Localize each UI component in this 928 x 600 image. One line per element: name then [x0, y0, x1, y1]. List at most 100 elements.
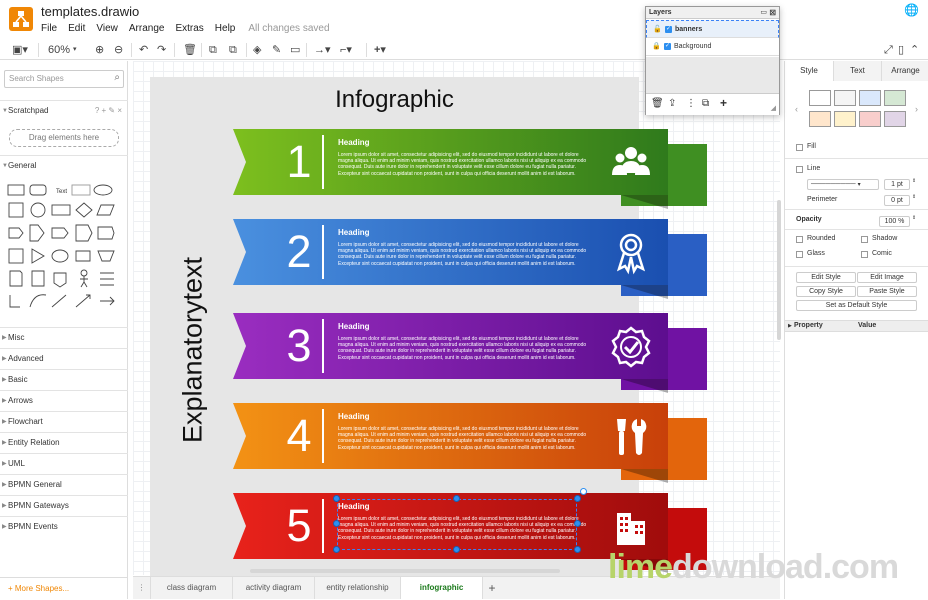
line-checkbox[interactable]: [796, 166, 803, 173]
minimize-icon[interactable]: ▭: [760, 7, 767, 19]
line-width-input[interactable]: 1 pt: [884, 179, 910, 190]
tab-arrange[interactable]: Arrange: [881, 61, 928, 81]
zoom-out-icon[interactable]: ⊖: [114, 42, 123, 58]
style-swatch[interactable]: [884, 90, 906, 106]
scratchpad-drop-zone[interactable]: Drag elements here: [9, 129, 119, 147]
sidebar-item-flowchart[interactable]: ▶ Flowchart: [0, 411, 128, 431]
lock-icon[interactable]: 🔓: [653, 21, 662, 39]
horizontal-scrollbar[interactable]: [250, 569, 560, 573]
waypoints-icon[interactable]: ⌐▾: [340, 42, 352, 58]
resize-handle[interactable]: [574, 520, 581, 527]
tab-text[interactable]: Text: [833, 61, 881, 81]
sidebar-item-basic[interactable]: ▶ Basic: [0, 369, 128, 389]
sidebar-item-bpmn-events[interactable]: ▶ BPMN Events: [0, 516, 128, 536]
layer-row-banners[interactable]: 🔓 ✓ banners: [646, 20, 779, 38]
chevron-left-icon[interactable]: ‹: [795, 104, 798, 114]
sidebar-item-entity-relation[interactable]: ▶ Entity Relation: [0, 432, 128, 452]
shadow-checkbox[interactable]: [861, 236, 868, 243]
infographic-title[interactable]: Infographic: [150, 86, 639, 114]
insert-icon[interactable]: +▾: [374, 42, 386, 58]
sidebar-item-arrows[interactable]: ▶ Arrows: [0, 390, 128, 410]
move-selection-icon[interactable]: ⇪: [668, 98, 676, 109]
style-swatch[interactable]: [834, 111, 856, 127]
sidebar-item-bpmn-gateways[interactable]: ▶ BPMN Gateways: [0, 495, 128, 515]
chevron-right-icon[interactable]: ▶: [788, 321, 792, 331]
tab-infographic[interactable]: infographic: [401, 577, 483, 599]
stepper-icon[interactable]: ⇕: [912, 178, 916, 184]
style-swatch[interactable]: [884, 111, 906, 127]
glass-checkbox[interactable]: [796, 251, 803, 258]
visibility-checkbox[interactable]: ✓: [665, 26, 672, 33]
rounded-checkbox[interactable]: [796, 236, 803, 243]
vertical-scrollbar[interactable]: [777, 200, 781, 340]
zoom-select[interactable]: 60%: [48, 42, 70, 58]
pages-menu-icon[interactable]: ⋮: [133, 577, 151, 599]
document-title[interactable]: templates.drawio: [41, 4, 139, 19]
format-panel-icon[interactable]: ▯: [898, 42, 904, 58]
scratchpad-header[interactable]: ▼ Scratchpad ? + ✎ ×: [0, 100, 128, 120]
general-shapes-palette[interactable]: Text: [6, 183, 120, 319]
copy-style-button[interactable]: Copy Style: [796, 286, 856, 297]
undo-icon[interactable]: ↶: [139, 42, 148, 58]
explanatory-text[interactable]: Explanatorytext: [178, 257, 209, 443]
general-header[interactable]: ▼ General: [0, 155, 128, 175]
tab-class-diagram[interactable]: class diagram: [151, 577, 233, 599]
layers-title-bar[interactable]: Layers ▭ ⊠: [646, 7, 779, 19]
more-shapes-button[interactable]: + More Shapes...: [0, 577, 128, 599]
search-shapes-input[interactable]: Search Shapes ⌕: [4, 70, 124, 88]
line-color-icon[interactable]: ✎: [272, 42, 281, 58]
search-icon[interactable]: ⌕: [114, 72, 120, 83]
zoom-in-icon[interactable]: ⊕: [95, 42, 104, 58]
resize-handle[interactable]: [453, 546, 460, 553]
style-swatch[interactable]: [859, 90, 881, 106]
duplicate-layer-icon[interactable]: ⧉: [702, 98, 709, 109]
fill-color-icon[interactable]: ◈: [253, 42, 261, 58]
collapse-icon[interactable]: ⌃: [910, 42, 919, 58]
delete-icon[interactable]: 🗑: [183, 42, 197, 58]
set-default-style-button[interactable]: Set as Default Style: [796, 300, 917, 311]
menu-edit[interactable]: Edit: [68, 23, 85, 34]
fullscreen-icon[interactable]: ⤢: [884, 42, 893, 58]
chevron-right-icon[interactable]: ›: [915, 104, 918, 114]
close-icon[interactable]: ⊠: [769, 7, 776, 19]
style-swatch[interactable]: [809, 90, 831, 106]
perimeter-input[interactable]: 0 pt: [884, 195, 910, 206]
line-style-select[interactable]: ───────── ▾: [807, 179, 879, 190]
resize-handle[interactable]: [333, 495, 340, 502]
resize-handle[interactable]: [453, 495, 460, 502]
layer-row-background[interactable]: 🔒 ✓ Background: [646, 38, 779, 56]
sidebar-item-bpmn-general[interactable]: ▶ BPMN General: [0, 474, 128, 494]
menu-arrange[interactable]: Arrange: [129, 23, 165, 34]
stepper-icon[interactable]: ⇕: [912, 215, 916, 221]
selection-box[interactable]: [337, 499, 577, 550]
add-page-icon[interactable]: +: [483, 577, 501, 599]
delete-layer-icon[interactable]: 🗑: [651, 98, 664, 109]
resize-handle[interactable]: [574, 546, 581, 553]
resize-grip-icon[interactable]: ◢: [771, 104, 776, 112]
tab-activity-diagram[interactable]: activity diagram: [233, 577, 315, 599]
shadow-icon[interactable]: ▭: [290, 42, 300, 58]
style-swatch[interactable]: [809, 111, 831, 127]
opacity-input[interactable]: 100 %: [879, 216, 910, 227]
menu-help[interactable]: Help: [215, 23, 236, 34]
tab-entity-relationship[interactable]: entity relationship: [315, 577, 401, 599]
paste-style-button[interactable]: Paste Style: [857, 286, 917, 297]
redo-icon[interactable]: ↷: [157, 42, 166, 58]
more-icon[interactable]: ⋮: [686, 98, 696, 109]
sidebar-item-uml[interactable]: ▶ UML: [0, 453, 128, 473]
resize-handle[interactable]: [574, 495, 581, 502]
lock-icon[interactable]: 🔒: [652, 38, 661, 56]
to-back-icon[interactable]: ⧉: [229, 42, 237, 58]
edit-image-button[interactable]: Edit Image: [857, 272, 917, 283]
panel-toggle-icon[interactable]: ▣▾: [12, 42, 28, 58]
language-globe-icon[interactable]: 🌐: [904, 3, 919, 17]
connection-icon[interactable]: →▾: [314, 42, 331, 58]
stepper-icon[interactable]: ⇕: [912, 194, 916, 200]
zoom-dropdown-icon[interactable]: ▾: [73, 42, 77, 58]
resize-handle[interactable]: [333, 546, 340, 553]
tab-style[interactable]: Style: [785, 61, 833, 81]
fill-checkbox[interactable]: [796, 144, 803, 151]
to-front-icon[interactable]: ⧉: [209, 42, 217, 58]
resize-handle[interactable]: [333, 520, 340, 527]
rotate-handle[interactable]: [580, 488, 587, 495]
